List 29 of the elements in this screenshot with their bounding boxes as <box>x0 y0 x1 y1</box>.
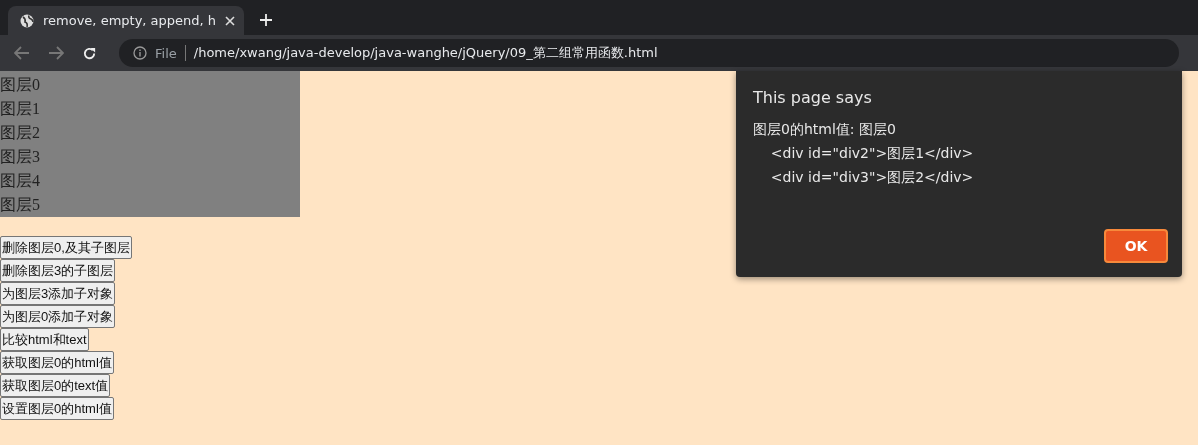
globe-icon <box>20 13 34 28</box>
page-button[interactable]: 删除图层3的子图层 <box>0 259 116 282</box>
page-button[interactable]: 比较html和text <box>0 328 89 351</box>
layer-label: 图层2 <box>0 123 41 143</box>
layer-label: 图层5 <box>0 195 41 215</box>
close-icon[interactable] <box>225 15 236 26</box>
page-button[interactable]: 获取图层0的html值 <box>0 351 114 374</box>
address-bar[interactable]: File /home/xwang/java-develop/java-wanghe/jQuery/09_第二组常用函数.html <box>119 39 1179 67</box>
ok-button[interactable]: OK <box>1104 229 1168 263</box>
layer-label: 图层0 <box>0 75 41 95</box>
layer-label: 图层1 <box>0 99 41 119</box>
new-tab-icon[interactable] <box>260 14 272 26</box>
layer-label: 图层3 <box>0 147 41 167</box>
dialog-message: 图层0的html值: 图层0 <div id="div2">图层1</div> <div id="div3">图层2</div> <box>753 120 975 187</box>
tab-title: remove, empty, append, h <box>43 13 217 28</box>
layer-label: 图层4 <box>0 171 41 191</box>
page-button[interactable]: 为图层3添加子对象 <box>0 282 116 305</box>
reload-icon[interactable] <box>82 45 97 61</box>
info-icon <box>133 46 147 60</box>
back-icon[interactable] <box>14 46 30 60</box>
page-button[interactable]: 设置图层0的html值 <box>0 397 114 420</box>
page-button[interactable]: 获取图层0的text值 <box>0 374 111 397</box>
dialog-title: This page says <box>753 88 873 107</box>
scheme-label: File <box>155 45 177 61</box>
browser-tab[interactable]: remove, empty, append, h <box>8 6 244 35</box>
page-button[interactable]: 删除图层0,及其子图层 <box>0 236 132 259</box>
url-text: /home/xwang/java-develop/java-wanghe/jQuery/09_第二组常用函数.html <box>193 44 658 62</box>
page-button[interactable]: 为图层0添加子对象 <box>0 305 116 328</box>
forward-icon[interactable] <box>48 46 64 60</box>
